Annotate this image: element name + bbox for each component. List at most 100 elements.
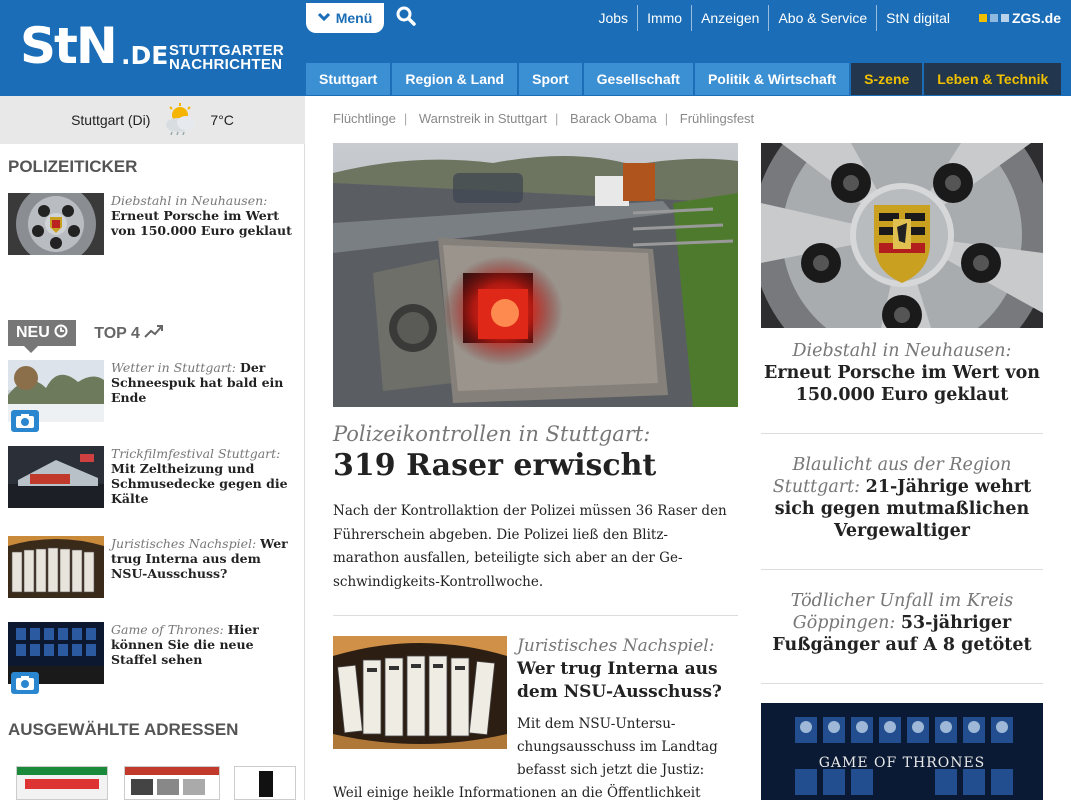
sun-cloud-icon: [160, 102, 200, 138]
logo-domain: .DE: [121, 41, 169, 70]
logo[interactable]: StN .DE STUTTGARTER NACHRICHTEN: [0, 0, 305, 96]
zgs-square-icon: [989, 14, 998, 22]
list-item-kicker: Game of Thrones:: [111, 622, 224, 637]
files-thumbnail: [8, 536, 104, 598]
list-item[interactable]: Game of Thrones: Hier können Sie die neu…: [8, 622, 298, 694]
hero-teaser: Nach der Kontrollaktion der Polizei müss…: [333, 503, 727, 590]
right-article-1[interactable]: Diebstahl in Neuhausen: Erneut Porsche i…: [761, 340, 1043, 406]
clock-icon: [54, 324, 68, 341]
top-link-digital[interactable]: StN digital: [876, 5, 959, 31]
got-label: GAME OF THRONES: [818, 755, 986, 771]
right-article-2[interactable]: Blaulicht aus der Region Stuttgart: 21-J…: [761, 454, 1043, 542]
menu-label: Menü: [335, 10, 373, 26]
list-item[interactable]: Juristisches Nachspiel: Wer trug Interna…: [8, 536, 298, 602]
zgs-link[interactable]: ZGS.de: [978, 10, 1061, 26]
nav-stuttgart[interactable]: Stuttgart: [306, 63, 391, 95]
tag-link[interactable]: Warnstreik in Stuttgart: [419, 111, 547, 126]
divider: [333, 615, 738, 616]
zgs-label: ZGS.de: [1011, 10, 1061, 26]
divider: [761, 569, 1043, 570]
list-item-headline: Erneut Porsche im Wert von 150.000 Euro …: [111, 208, 292, 238]
list-item-headline: Mit Zeltheizung und Schmusedecke gegen d…: [111, 461, 288, 506]
hero-image[interactable]: [333, 143, 738, 407]
hero-title[interactable]: 319 Raser erwischt: [333, 448, 656, 483]
chevron-down-icon: [317, 11, 330, 25]
right-article-headline: Erneut Porsche im Wert von 150.000 Euro …: [764, 363, 1040, 405]
right-article-kicker: Diebstahl in Neuhausen:: [792, 341, 1012, 361]
porsche-wheel-image[interactable]: [761, 143, 1043, 328]
tag-link[interactable]: Flüchtlinge: [333, 111, 396, 126]
address-ads[interactable]: [16, 766, 296, 800]
nav-region[interactable]: Region & Land: [392, 63, 518, 95]
list-item-kicker: Wetter in Stuttgart:: [111, 360, 236, 375]
festival-thumbnail: [8, 446, 104, 508]
ad-thumbnail[interactable]: [124, 766, 220, 800]
top-link-jobs[interactable]: Jobs: [589, 5, 637, 31]
nav-szene[interactable]: S-zene: [851, 63, 923, 95]
site-header: StN .DE STUTTGARTER NACHRICHTEN Menü Job…: [0, 0, 1071, 96]
list-item-text: Game of Thrones: Hier können Sie die neu…: [111, 622, 296, 667]
teaser-line: Weil einige heikle Informationen an die …: [333, 785, 701, 800]
menu-button[interactable]: Menü: [306, 3, 384, 33]
tag-link[interactable]: Frühlingsfest: [680, 111, 754, 126]
topic-tags: Flüchtlinge | Warnstreik in Stuttgart | Ba…: [333, 111, 754, 126]
nav-politik[interactable]: Politik & Wirtschaft: [694, 63, 850, 95]
search-icon[interactable]: [395, 5, 421, 31]
game-of-thrones-image[interactable]: GAME OF THRONES: [761, 703, 1043, 800]
tab-neu[interactable]: NEU: [8, 320, 77, 353]
list-item-kicker: Diebstahl in Neuhausen:: [111, 193, 268, 208]
polizeiticker-title: POLIZEITICKER: [8, 157, 138, 176]
teaser-line: Mit dem NSU-Untersu-: [517, 716, 676, 732]
tab-top4-label: TOP 4: [94, 324, 140, 342]
right-article-3[interactable]: Tödlicher Unfall im Kreis Göppingen: 53-…: [761, 590, 1043, 656]
top-link-abo[interactable]: Abo & Service: [768, 5, 876, 31]
tag-separator: |: [555, 111, 559, 126]
logo-sub-line2: NACHRICHTEN: [169, 56, 283, 73]
divider: [761, 433, 1043, 434]
second-article-title[interactable]: Wer trug Interna aus dem NSU-Ausschuss?: [517, 658, 737, 704]
list-item-kicker: Juristisches Nachspiel:: [111, 536, 257, 551]
second-article-teaser: Mit dem NSU-Untersu- chungsausschuss im …: [333, 713, 738, 800]
zgs-square-icon: [1000, 14, 1009, 22]
hero-kicker[interactable]: Polizeikontrollen in Stuttgart:: [333, 422, 650, 446]
tag-link[interactable]: Barack Obama: [570, 111, 657, 126]
weather-widget[interactable]: Stuttgart (Di) 7°C: [0, 96, 305, 144]
list-item-text: Juristisches Nachspiel: Wer trug Interna…: [111, 536, 296, 581]
nav-sport[interactable]: Sport: [519, 63, 582, 95]
logo-subtitle: STUTTGARTER NACHRICHTEN: [169, 43, 284, 73]
tab-top4[interactable]: TOP 4: [94, 324, 164, 343]
porsche-wheel-thumbnail: [8, 193, 104, 255]
nav-leben[interactable]: Leben & Technik: [924, 63, 1062, 95]
tag-separator: |: [403, 111, 408, 126]
ad-thumbnail[interactable]: [234, 766, 296, 800]
list-item-text: Trickfilmfestival Stuttgart: Mit Zelthei…: [111, 446, 296, 506]
logo-stn: StN: [20, 17, 118, 75]
teaser-line: befasst sich jetzt die Justiz:: [517, 762, 705, 778]
adressen-title: AUSGEWÄHLTE ADRESSEN: [8, 720, 239, 739]
top-links: Jobs Immo Anzeigen Abo & Service StN dig…: [589, 5, 1061, 31]
zgs-square-icon: [978, 14, 987, 22]
top-link-anzeigen[interactable]: Anzeigen: [691, 5, 768, 31]
camera-icon: [11, 410, 39, 432]
left-column: Stuttgart (Di) 7°C POLIZEITICKER Diebsta…: [0, 96, 305, 800]
trend-up-icon: [144, 324, 164, 342]
list-item[interactable]: Diebstahl in Neuhausen: Erneut Porsche i…: [8, 193, 298, 259]
list-item[interactable]: Wetter in Stuttgart: Der Schneespuk hat …: [8, 360, 298, 432]
ad-thumbnail[interactable]: [16, 766, 108, 800]
list-item-text: Wetter in Stuttgart: Der Schneespuk hat …: [111, 360, 296, 405]
list-item-kicker: Trickfilmfestival Stuttgart:: [111, 446, 281, 461]
list-item[interactable]: Trickfilmfestival Stuttgart: Mit Zelthei…: [8, 446, 298, 512]
list-item-text: Diebstahl in Neuhausen: Erneut Porsche i…: [111, 193, 296, 238]
weather-city: Stuttgart (Di): [71, 112, 151, 128]
camera-icon: [11, 672, 39, 694]
top-link-immo[interactable]: Immo: [637, 5, 691, 31]
tabs: NEU TOP 4: [8, 318, 164, 353]
divider: [761, 683, 1043, 684]
teaser-line: chungsausschuss im Landtag: [517, 739, 718, 755]
second-article-kicker[interactable]: Juristisches Nachspiel:: [517, 636, 714, 656]
tag-separator: |: [664, 111, 669, 126]
weather-temp: 7°C: [210, 112, 234, 128]
main-nav: Stuttgart Region & Land Sport Gesellscha…: [306, 63, 1062, 95]
nav-gesellschaft[interactable]: Gesellschaft: [583, 63, 693, 95]
tab-neu-label: NEU: [16, 324, 50, 341]
